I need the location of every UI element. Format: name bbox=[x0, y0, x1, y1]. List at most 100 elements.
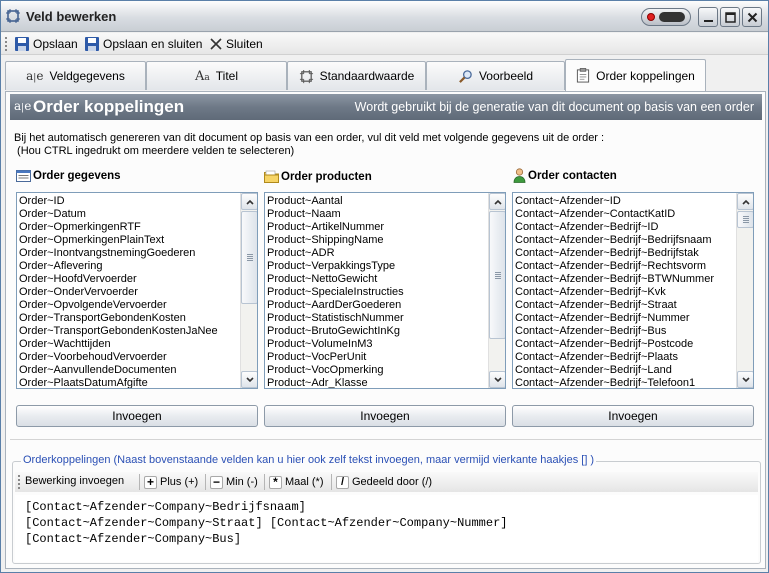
intro-line: Bij het automatisch genereren van dit do… bbox=[14, 132, 605, 144]
scroll-thumb[interactable] bbox=[241, 211, 257, 304]
list-item[interactable]: Contact~Afzender~ContactKatID bbox=[515, 208, 735, 221]
list-scrollbar[interactable] bbox=[736, 193, 753, 388]
toolbar-separator bbox=[331, 474, 332, 490]
editor-line: [Contact~Afzender~Company~Straat] [Conta… bbox=[25, 516, 508, 530]
scroll-up-button[interactable] bbox=[737, 193, 753, 210]
list-item[interactable]: Product~VerpakkingsType bbox=[267, 260, 487, 273]
close-label: Sluiten bbox=[226, 37, 263, 51]
list-item[interactable]: Contact~Afzender~Bedrijf~ID bbox=[515, 221, 735, 234]
multiply-button[interactable]: * Maal (*) bbox=[269, 474, 324, 490]
order-contacten-list[interactable]: Contact~Afzender~ID Contact~Afzender~Cont… bbox=[512, 192, 754, 389]
record-toggle[interactable] bbox=[641, 8, 691, 26]
list-item[interactable]: Order~OnderVervoerder bbox=[19, 286, 239, 299]
list-item[interactable]: Order~ID bbox=[19, 195, 239, 208]
tab-label: Voorbeeld bbox=[478, 69, 534, 83]
toolbar-grip[interactable] bbox=[18, 475, 21, 489]
scroll-grip-icon bbox=[495, 272, 501, 279]
list-item[interactable]: Contact~Afzender~Bedrijf~Bus bbox=[515, 325, 735, 338]
list-item[interactable]: Product~Adr_Klasse bbox=[267, 377, 487, 388]
list-item[interactable]: Contact~Afzender~Bedrijf~Straat bbox=[515, 299, 735, 312]
list-item[interactable]: Product~VolumeInM3 bbox=[267, 338, 487, 351]
list-item[interactable]: Contact~Afzender~Bedrijf~Postcode bbox=[515, 338, 735, 351]
list-item[interactable]: Product~Naam bbox=[267, 208, 487, 221]
list-item[interactable]: Product~VocPerUnit bbox=[267, 351, 487, 364]
list-item[interactable]: Contact~Afzender~Bedrijf~Kvk bbox=[515, 286, 735, 299]
list-item[interactable]: Contact~Afzender~Bedrijf~Bedrijfstak bbox=[515, 247, 735, 260]
close-button[interactable]: Sluiten bbox=[209, 35, 263, 53]
scroll-down-button[interactable] bbox=[737, 371, 753, 388]
tab-veldgegevens[interactable]: a|e Veldgegevens bbox=[5, 61, 146, 90]
section-divider bbox=[10, 439, 762, 440]
title-bar[interactable]: Veld bewerken bbox=[1, 1, 768, 32]
list-item[interactable]: Contact~Afzender~ID bbox=[515, 195, 735, 208]
tab-order-koppelingen[interactable]: Order koppelingen bbox=[565, 59, 706, 91]
field-data-icon: a|e bbox=[14, 99, 32, 113]
orderkoppelingen-editor[interactable]: [Contact~Afzender~Company~Bedrijfsnaam] … bbox=[15, 495, 758, 562]
list-item[interactable]: Contact~Afzender~Bedrijf~Nummer bbox=[515, 312, 735, 325]
order-contacten-heading: Order contacten bbox=[513, 168, 617, 183]
insert-order-gegevens-button[interactable]: Invoegen bbox=[16, 405, 258, 427]
list-item[interactable]: Order~AanvullendeDocumenten bbox=[19, 364, 239, 377]
minus-button[interactable]: − Min (-) bbox=[210, 474, 258, 490]
list-item[interactable]: Product~Aantal bbox=[267, 195, 487, 208]
save-and-close-button[interactable]: Opslaan en sluiten bbox=[84, 35, 202, 53]
list-item[interactable]: Order~TransportGebondenKostenJaNee bbox=[19, 325, 239, 338]
tab-voorbeeld[interactable]: Voorbeeld bbox=[426, 61, 565, 90]
plus-button[interactable]: + Plus (+) bbox=[144, 474, 198, 490]
toolbar-separator bbox=[139, 474, 140, 490]
list-item[interactable]: Product~ShippingName bbox=[267, 234, 487, 247]
list-item[interactable]: Order~HoofdVervoerder bbox=[19, 273, 239, 286]
scroll-thumb[interactable] bbox=[489, 211, 505, 339]
insert-order-producten-button[interactable]: Invoegen bbox=[264, 405, 506, 427]
list-item[interactable]: Order~OpmerkingenPlainText bbox=[19, 234, 239, 247]
list-item[interactable]: Contact~Afzender~Bedrijf~Plaats bbox=[515, 351, 735, 364]
save-button[interactable]: Opslaan bbox=[14, 35, 78, 53]
scroll-grip-icon bbox=[743, 216, 749, 223]
list-item[interactable]: Order~Datum bbox=[19, 208, 239, 221]
list-scrollbar[interactable] bbox=[488, 193, 505, 388]
order-gegevens-list[interactable]: Order~ID Order~Datum Order~OpmerkingenRTF O… bbox=[16, 192, 258, 389]
scroll-down-button[interactable] bbox=[241, 371, 257, 388]
list-item[interactable]: Order~Wachttijden bbox=[19, 338, 239, 351]
insert-order-contacten-button[interactable]: Invoegen bbox=[512, 405, 754, 427]
list-item[interactable]: Order~Aflevering bbox=[19, 260, 239, 273]
list-item[interactable]: Order~OpmerkingenRTF bbox=[19, 221, 239, 234]
list-item[interactable]: Product~SpecialeInstructies bbox=[267, 286, 487, 299]
list-item[interactable]: Product~BrutoGewichtInKg bbox=[267, 325, 487, 338]
column-heading-label: Order contacten bbox=[528, 169, 617, 182]
magnifier-icon bbox=[459, 69, 472, 83]
list-item[interactable]: Order~InontvangstnemingGoederen bbox=[19, 247, 239, 260]
list-item[interactable]: Product~AardDerGoederen bbox=[267, 299, 487, 312]
divide-button[interactable]: / Gedeeld door (/) bbox=[336, 474, 432, 490]
tab-titel[interactable]: Aa Titel bbox=[146, 61, 287, 90]
list-item[interactable]: Product~NettoGewicht bbox=[267, 273, 487, 286]
list-item[interactable]: Contact~Afzender~Bedrijf~Land bbox=[515, 364, 735, 377]
scroll-up-button[interactable] bbox=[241, 193, 257, 210]
scroll-down-button[interactable] bbox=[489, 371, 505, 388]
toolbar-grip[interactable] bbox=[5, 37, 8, 51]
list-item[interactable]: Order~OpvolgendeVervoerder bbox=[19, 299, 239, 312]
tab-standaardwaarde[interactable]: Standaardwaarde bbox=[287, 61, 426, 90]
scroll-up-button[interactable] bbox=[489, 193, 505, 210]
order-producten-list[interactable]: Product~Aantal Product~Naam Product~Artike… bbox=[264, 192, 506, 389]
list-item[interactable]: Contact~Afzender~Bedrijf~BTWNummer bbox=[515, 273, 735, 286]
list-item[interactable]: Contact~Afzender~Bedrijf~Bedrijfsnaam bbox=[515, 234, 735, 247]
minimize-button[interactable] bbox=[698, 7, 718, 27]
scroll-thumb[interactable] bbox=[737, 211, 753, 228]
tab-label: Order koppelingen bbox=[596, 68, 695, 83]
close-window-button[interactable] bbox=[742, 7, 762, 27]
list-item[interactable]: Order~TransportGebondenKosten bbox=[19, 312, 239, 325]
list-scrollbar[interactable] bbox=[240, 193, 257, 388]
list-item[interactable]: Product~ADR bbox=[267, 247, 487, 260]
list-item[interactable]: Contact~Afzender~Bedrijf~Rechtsvorm bbox=[515, 260, 735, 273]
list-item[interactable]: Product~ArtikelNummer bbox=[267, 221, 487, 234]
minimize-icon bbox=[704, 20, 713, 22]
list-item[interactable]: Product~VocOpmerking bbox=[267, 364, 487, 377]
list-item[interactable]: Product~StatistischNummer bbox=[267, 312, 487, 325]
list-item[interactable]: Order~VoorbehoudVervoerder bbox=[19, 351, 239, 364]
maximize-button[interactable] bbox=[720, 7, 740, 27]
list-item[interactable]: Order~PlaatsDatumAfgifte bbox=[19, 377, 239, 388]
list-item[interactable]: Contact~Afzender~Bedrijf~Telefoon1 bbox=[515, 377, 735, 388]
column-heading-label: Order gegevens bbox=[33, 170, 121, 182]
form-icon bbox=[16, 170, 31, 182]
